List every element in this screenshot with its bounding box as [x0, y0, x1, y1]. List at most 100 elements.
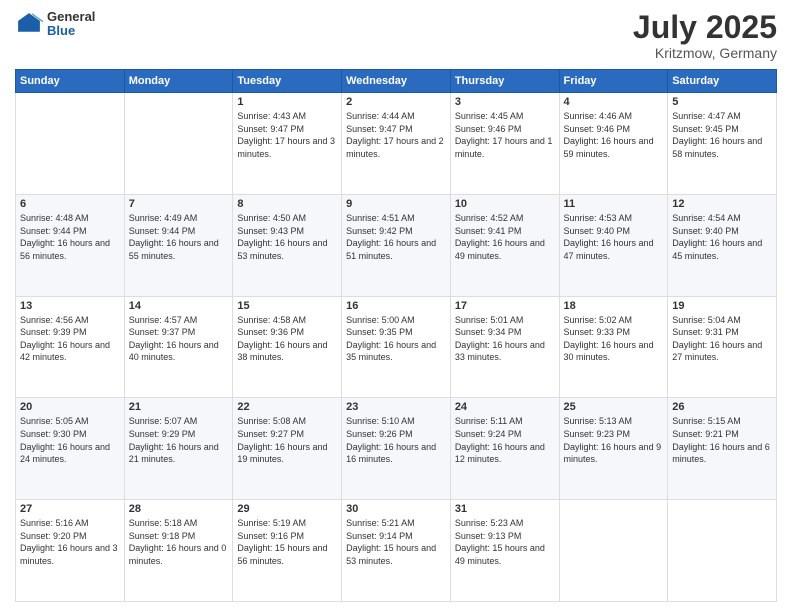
day-number: 2 [346, 96, 446, 108]
day-info: Sunrise: 5:00 AMSunset: 9:35 PMDaylight:… [346, 315, 436, 363]
day-info: Sunrise: 5:19 AMSunset: 9:16 PMDaylight:… [237, 518, 327, 566]
day-number: 17 [455, 300, 555, 312]
calendar-cell: 3 Sunrise: 4:45 AMSunset: 9:46 PMDayligh… [450, 93, 559, 195]
subtitle: Kritzmow, Germany [633, 45, 777, 61]
day-info: Sunrise: 4:51 AMSunset: 9:42 PMDaylight:… [346, 213, 436, 261]
calendar-cell: 28 Sunrise: 5:18 AMSunset: 9:18 PMDaylig… [124, 500, 233, 602]
weekday-header-thursday: Thursday [450, 70, 559, 93]
day-number: 21 [129, 401, 229, 413]
logo-text: General Blue [47, 10, 95, 39]
calendar-cell [124, 93, 233, 195]
calendar-cell: 17 Sunrise: 5:01 AMSunset: 9:34 PMDaylig… [450, 296, 559, 398]
day-number: 22 [237, 401, 337, 413]
calendar-cell: 24 Sunrise: 5:11 AMSunset: 9:24 PMDaylig… [450, 398, 559, 500]
day-info: Sunrise: 4:49 AMSunset: 9:44 PMDaylight:… [129, 213, 219, 261]
day-number: 4 [564, 96, 664, 108]
weekday-header-wednesday: Wednesday [342, 70, 451, 93]
logo-blue: Blue [47, 24, 95, 38]
day-number: 31 [455, 503, 555, 515]
calendar-cell: 20 Sunrise: 5:05 AMSunset: 9:30 PMDaylig… [16, 398, 125, 500]
calendar-body: 1 Sunrise: 4:43 AMSunset: 9:47 PMDayligh… [16, 93, 777, 602]
weekday-header-friday: Friday [559, 70, 668, 93]
day-info: Sunrise: 4:43 AMSunset: 9:47 PMDaylight:… [237, 111, 335, 159]
calendar-cell: 22 Sunrise: 5:08 AMSunset: 9:27 PMDaylig… [233, 398, 342, 500]
day-info: Sunrise: 5:23 AMSunset: 9:13 PMDaylight:… [455, 518, 545, 566]
calendar-cell: 27 Sunrise: 5:16 AMSunset: 9:20 PMDaylig… [16, 500, 125, 602]
weekday-header-saturday: Saturday [668, 70, 777, 93]
calendar-header: SundayMondayTuesdayWednesdayThursdayFrid… [16, 70, 777, 93]
logo-general: General [47, 10, 95, 24]
calendar-cell: 19 Sunrise: 5:04 AMSunset: 9:31 PMDaylig… [668, 296, 777, 398]
day-number: 23 [346, 401, 446, 413]
day-info: Sunrise: 4:53 AMSunset: 9:40 PMDaylight:… [564, 213, 654, 261]
calendar-cell: 4 Sunrise: 4:46 AMSunset: 9:46 PMDayligh… [559, 93, 668, 195]
day-info: Sunrise: 5:18 AMSunset: 9:18 PMDaylight:… [129, 518, 227, 566]
weekday-header-tuesday: Tuesday [233, 70, 342, 93]
calendar-cell: 6 Sunrise: 4:48 AMSunset: 9:44 PMDayligh… [16, 194, 125, 296]
title-block: July 2025 Kritzmow, Germany [633, 10, 777, 61]
day-info: Sunrise: 4:45 AMSunset: 9:46 PMDaylight:… [455, 111, 553, 159]
main-title: July 2025 [633, 10, 777, 45]
calendar-cell: 14 Sunrise: 4:57 AMSunset: 9:37 PMDaylig… [124, 296, 233, 398]
day-info: Sunrise: 5:10 AMSunset: 9:26 PMDaylight:… [346, 416, 436, 464]
calendar-cell: 11 Sunrise: 4:53 AMSunset: 9:40 PMDaylig… [559, 194, 668, 296]
calendar-week-1: 1 Sunrise: 4:43 AMSunset: 9:47 PMDayligh… [16, 93, 777, 195]
day-info: Sunrise: 4:44 AMSunset: 9:47 PMDaylight:… [346, 111, 444, 159]
calendar-week-3: 13 Sunrise: 4:56 AMSunset: 9:39 PMDaylig… [16, 296, 777, 398]
day-number: 29 [237, 503, 337, 515]
calendar-cell: 23 Sunrise: 5:10 AMSunset: 9:26 PMDaylig… [342, 398, 451, 500]
day-number: 26 [672, 401, 772, 413]
day-number: 14 [129, 300, 229, 312]
day-info: Sunrise: 4:50 AMSunset: 9:43 PMDaylight:… [237, 213, 327, 261]
day-info: Sunrise: 4:58 AMSunset: 9:36 PMDaylight:… [237, 315, 327, 363]
calendar-cell: 31 Sunrise: 5:23 AMSunset: 9:13 PMDaylig… [450, 500, 559, 602]
day-number: 10 [455, 198, 555, 210]
day-number: 25 [564, 401, 664, 413]
day-number: 30 [346, 503, 446, 515]
calendar-cell: 9 Sunrise: 4:51 AMSunset: 9:42 PMDayligh… [342, 194, 451, 296]
day-number: 7 [129, 198, 229, 210]
day-info: Sunrise: 5:01 AMSunset: 9:34 PMDaylight:… [455, 315, 545, 363]
day-number: 11 [564, 198, 664, 210]
day-info: Sunrise: 4:54 AMSunset: 9:40 PMDaylight:… [672, 213, 762, 261]
calendar-cell [559, 500, 668, 602]
calendar-cell: 21 Sunrise: 5:07 AMSunset: 9:29 PMDaylig… [124, 398, 233, 500]
page: General Blue July 2025 Kritzmow, Germany… [0, 0, 792, 612]
calendar-cell: 8 Sunrise: 4:50 AMSunset: 9:43 PMDayligh… [233, 194, 342, 296]
day-number: 6 [20, 198, 120, 210]
day-number: 27 [20, 503, 120, 515]
day-number: 28 [129, 503, 229, 515]
calendar-cell [668, 500, 777, 602]
day-info: Sunrise: 5:07 AMSunset: 9:29 PMDaylight:… [129, 416, 219, 464]
day-info: Sunrise: 5:16 AMSunset: 9:20 PMDaylight:… [20, 518, 118, 566]
calendar-cell [16, 93, 125, 195]
weekday-header-sunday: Sunday [16, 70, 125, 93]
day-info: Sunrise: 4:47 AMSunset: 9:45 PMDaylight:… [672, 111, 762, 159]
day-info: Sunrise: 5:15 AMSunset: 9:21 PMDaylight:… [672, 416, 770, 464]
calendar-week-5: 27 Sunrise: 5:16 AMSunset: 9:20 PMDaylig… [16, 500, 777, 602]
day-number: 12 [672, 198, 772, 210]
day-info: Sunrise: 5:02 AMSunset: 9:33 PMDaylight:… [564, 315, 654, 363]
day-number: 18 [564, 300, 664, 312]
calendar-cell: 18 Sunrise: 5:02 AMSunset: 9:33 PMDaylig… [559, 296, 668, 398]
calendar-cell: 5 Sunrise: 4:47 AMSunset: 9:45 PMDayligh… [668, 93, 777, 195]
day-info: Sunrise: 4:52 AMSunset: 9:41 PMDaylight:… [455, 213, 545, 261]
day-number: 13 [20, 300, 120, 312]
day-info: Sunrise: 5:08 AMSunset: 9:27 PMDaylight:… [237, 416, 327, 464]
calendar-cell: 1 Sunrise: 4:43 AMSunset: 9:47 PMDayligh… [233, 93, 342, 195]
day-number: 3 [455, 96, 555, 108]
calendar-cell: 13 Sunrise: 4:56 AMSunset: 9:39 PMDaylig… [16, 296, 125, 398]
day-info: Sunrise: 5:04 AMSunset: 9:31 PMDaylight:… [672, 315, 762, 363]
day-info: Sunrise: 4:56 AMSunset: 9:39 PMDaylight:… [20, 315, 110, 363]
calendar-cell: 15 Sunrise: 4:58 AMSunset: 9:36 PMDaylig… [233, 296, 342, 398]
day-info: Sunrise: 4:48 AMSunset: 9:44 PMDaylight:… [20, 213, 110, 261]
day-info: Sunrise: 4:46 AMSunset: 9:46 PMDaylight:… [564, 111, 654, 159]
calendar-cell: 30 Sunrise: 5:21 AMSunset: 9:14 PMDaylig… [342, 500, 451, 602]
weekday-header-row: SundayMondayTuesdayWednesdayThursdayFrid… [16, 70, 777, 93]
calendar-cell: 29 Sunrise: 5:19 AMSunset: 9:16 PMDaylig… [233, 500, 342, 602]
calendar-cell: 10 Sunrise: 4:52 AMSunset: 9:41 PMDaylig… [450, 194, 559, 296]
calendar-table: SundayMondayTuesdayWednesdayThursdayFrid… [15, 69, 777, 602]
day-info: Sunrise: 5:11 AMSunset: 9:24 PMDaylight:… [455, 416, 545, 464]
day-number: 15 [237, 300, 337, 312]
day-info: Sunrise: 5:05 AMSunset: 9:30 PMDaylight:… [20, 416, 110, 464]
